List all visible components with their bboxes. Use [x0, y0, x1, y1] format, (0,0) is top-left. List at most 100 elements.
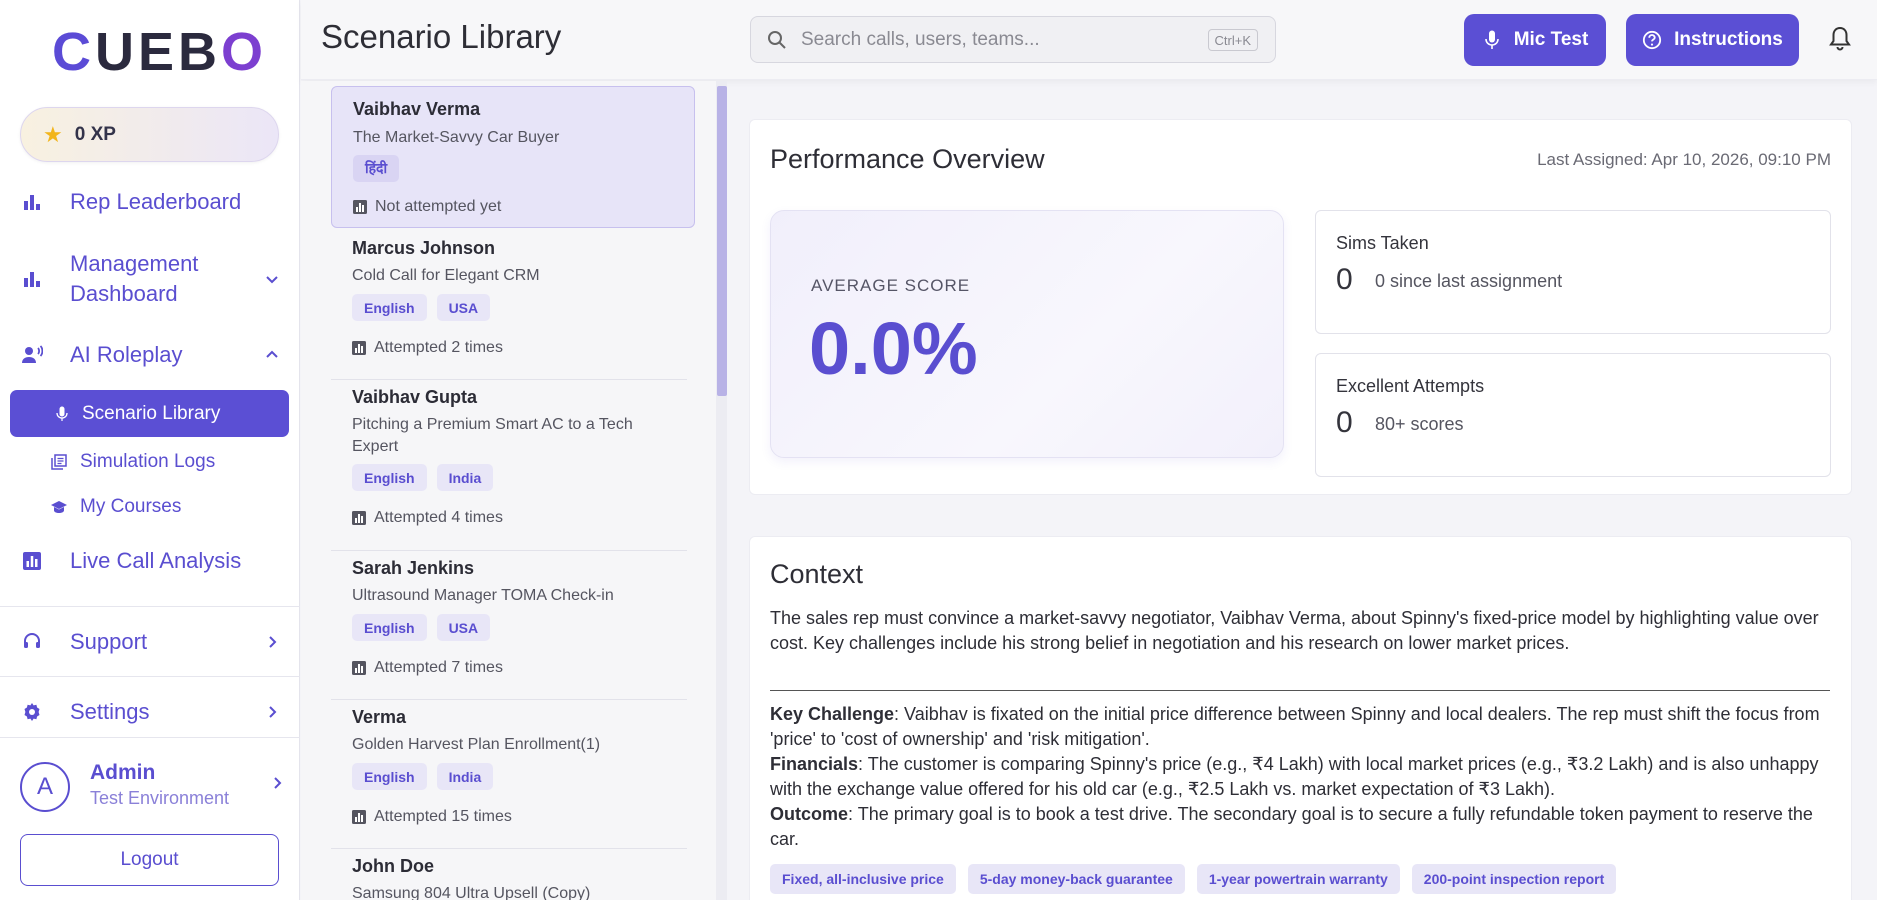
sims-taken-note: 0 since last assignment	[1375, 271, 1563, 291]
cuebo-logo[interactable]: C UEB O	[52, 22, 267, 82]
keyboard-shortcut-hint: Ctrl+K	[1207, 29, 1258, 51]
nav-label: Settings	[70, 699, 150, 724]
graduation-cap-icon	[50, 498, 68, 516]
scenario-tags: English India	[352, 763, 494, 790]
chevron-up-icon[interactable]	[262, 345, 282, 365]
nav-label: Management Dashboard	[70, 251, 199, 306]
scenario-card[interactable]: Vaibhav Gupta Pitching a Premium Smart A…	[331, 387, 695, 551]
nav-support[interactable]: Support	[0, 625, 300, 659]
financials-text: : The customer is comparing Spinny's pri…	[770, 754, 1819, 799]
nav-label: Simulation Logs	[80, 450, 216, 472]
main-content: Performance Overview Last Assigned: Apr …	[727, 81, 1877, 900]
language-tag: English	[352, 294, 427, 321]
scenario-card[interactable]: Sarah Jenkins Ultrasound Manager TOMA Ch…	[331, 558, 695, 698]
scenario-card[interactable]: Vaibhav Verma The Market-Savvy Car Buyer…	[331, 86, 695, 228]
chevron-right-icon[interactable]	[269, 775, 285, 796]
nav-simulation-logs[interactable]: Simulation Logs	[10, 438, 289, 485]
stats-icon	[352, 661, 366, 675]
nav-management-dashboard[interactable]: Management Dashboard	[0, 247, 300, 311]
bell-icon[interactable]	[1828, 26, 1854, 54]
attempt-text: Attempted 2 times	[374, 339, 503, 356]
search-input[interactable]	[801, 25, 1181, 55]
average-score-value: 0.0%	[809, 307, 978, 390]
attempt-text: Not attempted yet	[375, 198, 502, 215]
feature-tag: 1-year powertrain warranty	[1196, 864, 1400, 894]
sidebar: C UEB O ★ 0 XP Rep Leaderboard Management …	[0, 0, 300, 900]
scenario-description: Ultrasound Manager TOMA Check-in	[352, 587, 614, 604]
nav-settings[interactable]: Settings	[0, 695, 300, 729]
sidebar-divider	[0, 606, 300, 607]
mic-icon	[53, 405, 71, 423]
key-challenge-label: Key Challenge	[770, 704, 895, 724]
scenario-card[interactable]: John Doe Samsung 804 Ultra Upsell (Copy)	[331, 856, 695, 900]
attempt-status: Attempted 7 times	[352, 659, 503, 677]
list-scrollbar-thumb[interactable]	[717, 86, 727, 396]
scenario-card[interactable]: Verma Golden Harvest Plan Enrollment(1) …	[331, 707, 695, 847]
attempt-text: Attempted 7 times	[374, 659, 503, 676]
xp-badge: ★ 0 XP	[20, 107, 279, 162]
scenario-description: Pitching a Premium Smart AC to a Tech Ex…	[352, 416, 633, 455]
scenario-name: Sarah Jenkins	[352, 558, 475, 578]
logs-icon	[50, 453, 68, 471]
context-body: The sales rep must convince a market-sav…	[770, 608, 1819, 653]
search-box[interactable]: Ctrl+K	[750, 16, 1276, 63]
gear-icon	[20, 700, 44, 724]
scenario-name: Marcus Johnson	[352, 238, 496, 258]
context-title: Context	[770, 559, 864, 589]
card-divider	[331, 699, 687, 700]
stats-icon	[352, 341, 366, 355]
context-tags: Fixed, all-inclusive price 5-day money-b…	[770, 864, 1617, 894]
nav-scenario-library[interactable]: Scenario Library	[10, 390, 289, 437]
scenario-tags: English USA	[352, 294, 491, 321]
excellent-attempts-note: 80+ scores	[1375, 414, 1464, 434]
roleplay-icon	[20, 343, 44, 367]
nav-my-courses[interactable]: My Courses	[10, 483, 289, 530]
nav-label: My Courses	[80, 495, 182, 517]
outcome-text: : The primary goal is to book a test dri…	[770, 804, 1813, 849]
language-tag: English	[352, 763, 427, 790]
performance-title: Performance Overview	[770, 144, 1045, 174]
sims-taken-value: 0	[1336, 263, 1353, 296]
chevron-right-icon[interactable]	[262, 632, 282, 652]
scenario-name: John Doe	[352, 856, 435, 876]
feature-tag: 200-point inspection report	[1411, 864, 1617, 894]
performance-overview-panel: Performance Overview Last Assigned: Apr …	[749, 119, 1852, 495]
region-tag: USA	[436, 614, 491, 641]
sidebar-divider	[0, 676, 300, 677]
instructions-button[interactable]: Instructions	[1626, 14, 1799, 66]
xp-label: 0 XP	[74, 123, 116, 145]
excellent-attempts-card: Excellent Attempts 0 80+ scores	[1315, 353, 1831, 477]
language-tag: English	[352, 464, 427, 491]
scenario-list: Vaibhav Verma The Market-Savvy Car Buyer…	[301, 81, 717, 900]
outcome: Outcome: The primary goal is to book a t…	[770, 802, 1840, 852]
chevron-down-icon[interactable]	[262, 269, 282, 289]
context-divider	[770, 690, 1830, 691]
page-title: Scenario Library	[321, 18, 562, 55]
language-tag: हिंदी	[353, 155, 400, 182]
nav-label: Live Call Analysis	[70, 548, 242, 573]
nav-live-call-analysis[interactable]: Live Call Analysis	[0, 544, 300, 578]
nav-rep-leaderboard[interactable]: Rep Leaderboard	[0, 185, 300, 219]
scenario-description: Samsung 804 Ultra Upsell (Copy)	[352, 885, 591, 900]
attempt-status: Attempted 4 times	[352, 509, 503, 527]
chevron-right-icon[interactable]	[262, 702, 282, 722]
scenario-name: Vaibhav Gupta	[352, 387, 478, 407]
feature-tag: Fixed, all-inclusive price	[770, 864, 956, 894]
sims-taken-card: Sims Taken 0 0 since last assignment	[1315, 210, 1831, 334]
star-icon: ★	[43, 121, 63, 147]
average-score-card: AVERAGE SCORE 0.0%	[770, 210, 1284, 458]
scenario-card[interactable]: Marcus Johnson Cold Call for Elegant CRM…	[331, 238, 695, 378]
logout-button[interactable]: Logout	[20, 834, 279, 886]
mic-test-button[interactable]: Mic Test	[1464, 14, 1606, 66]
average-score-label: AVERAGE SCORE	[811, 276, 971, 295]
user-name: Admin	[90, 761, 156, 784]
scenario-tags: हिंदी	[353, 155, 400, 182]
key-challenge: Key Challenge: Vaibhav is fixated on the…	[770, 702, 1840, 752]
user-profile[interactable]: A Admin Test Environment	[20, 757, 285, 817]
scenario-description: Cold Call for Elegant CRM	[352, 267, 540, 284]
nav-ai-roleplay[interactable]: AI Roleplay	[0, 338, 300, 372]
help-circle-icon	[1642, 30, 1662, 50]
card-divider	[331, 379, 687, 380]
feature-tag: 5-day money-back guarantee	[967, 864, 1185, 894]
sidebar-divider	[0, 737, 300, 738]
